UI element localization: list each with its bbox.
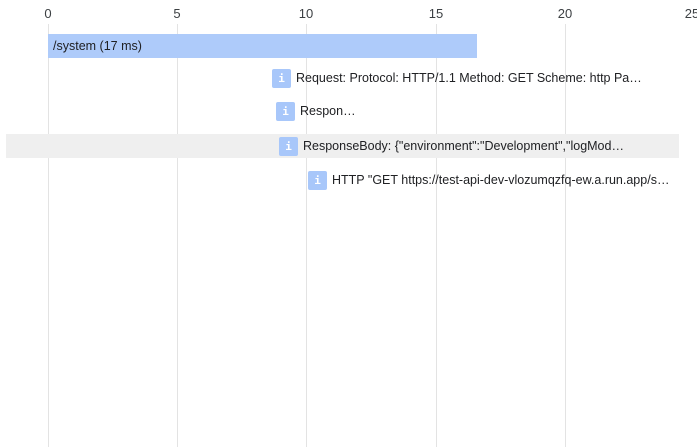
log-entry-request[interactable]: i Request: Protocol: HTTP/1.1 Method: GE… [272,68,642,88]
log-entry-response-body[interactable]: i ResponseBody: {"environment":"Developm… [279,136,624,156]
info-icon: i [308,170,327,190]
axis-tick-label: 15 [428,6,444,21]
gridline [48,24,49,447]
log-entry-text: Request: Protocol: HTTP/1.1 Method: GET … [296,71,642,85]
info-icon: i [276,101,295,121]
axis-tick-label: 20 [557,6,573,21]
log-entry-text: HTTP "GET https://test-api-dev-vlozumqzf… [332,173,670,187]
info-icon: i [272,68,291,88]
axis-tick-label: 25 [684,6,697,21]
gridline [177,24,178,447]
log-entry-text: ResponseBody: {"environment":"Developmen… [303,139,624,153]
axis-tick-label: 5 [173,6,181,21]
axis-tick-label: 0 [44,6,52,21]
log-entry-http[interactable]: i HTTP "GET https://test-api-dev-vlozumq… [308,170,669,190]
trace-timeline: 0 5 10 15 20 25 /system (17 ms) i Reques… [0,0,697,447]
log-entry-response[interactable]: i Respon… [276,101,356,121]
axis-tick-label: 10 [298,6,314,21]
log-entry-text: Respon… [300,104,356,118]
span-bar-system[interactable]: /system (17 ms) [48,34,477,58]
info-icon: i [279,136,298,156]
